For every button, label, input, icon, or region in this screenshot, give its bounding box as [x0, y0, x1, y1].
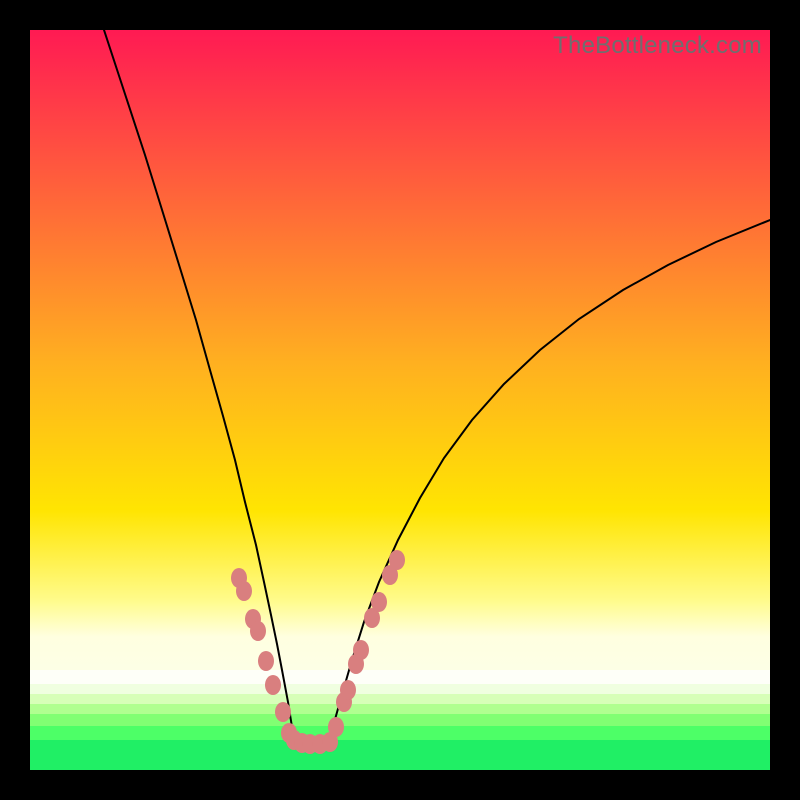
marker-dot [340, 680, 356, 700]
marker-dot [250, 621, 266, 641]
curve-paths [104, 30, 770, 744]
marker-dot [275, 702, 291, 722]
chart-svg [30, 30, 770, 770]
marker-dot [265, 675, 281, 695]
marker-dot [389, 550, 405, 570]
chart-frame: TheBottleneck.com [30, 30, 770, 770]
marker-dot [353, 640, 369, 660]
marker-dot [236, 581, 252, 601]
curve-right-branch [330, 220, 770, 740]
marker-dot [371, 592, 387, 612]
marker-dot [258, 651, 274, 671]
marker-dot [328, 717, 344, 737]
